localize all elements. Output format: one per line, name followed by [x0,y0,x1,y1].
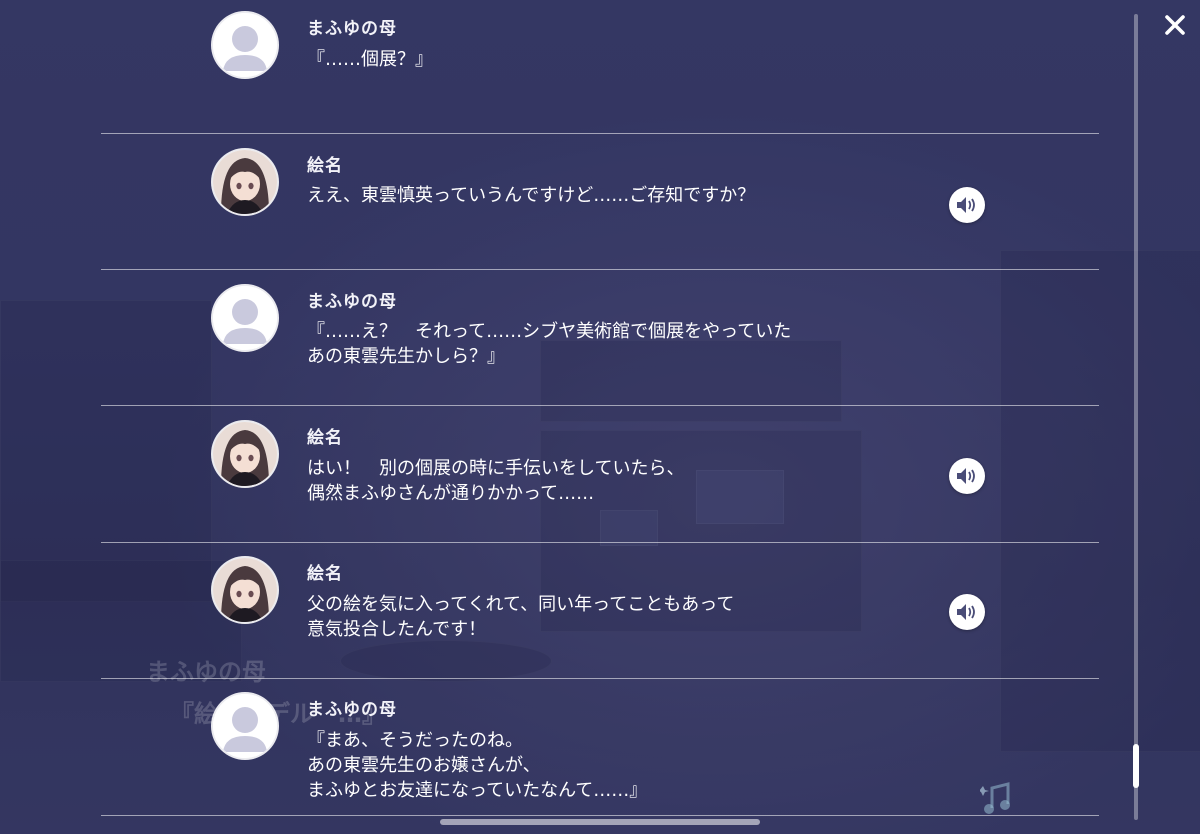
entry-divider [101,542,1099,543]
dialogue-line: ええ、東雲慎英っていうんですけど……ご存知ですか？ [307,185,756,206]
speaker-icon [957,197,975,213]
voice-replay-button[interactable] [949,458,985,494]
dialogue-line: 『まあ、そうだったのね。 [307,730,523,751]
speaker-name: 絵名 [307,156,343,176]
speaker-name: まふゆの母 [307,292,397,312]
dialogue-line: まふゆとお友達になっていたなんて……』 [307,780,648,801]
dialogue-line: 『……個展？』 [307,49,433,70]
backlog-list[interactable]: まふゆの母 『……個展？』 絵名 ええ、東雲慎英っていうんですけど……ご存知です… [101,0,1099,834]
music-note-icon [979,782,1012,820]
log-entry: 絵名 ええ、東雲慎英っていうんですけど……ご存知ですか？ [101,136,1099,272]
dialogue-line: あの東雲先生かしら？』 [307,346,505,367]
entry-divider [101,405,1099,406]
log-entry: まふゆの母 『……え？ それって……シブヤ美術館で個展をやっていた あの東雲先生… [101,272,1099,408]
speaker-icon [957,468,975,484]
bottom-handle-bar[interactable] [440,819,760,825]
placeholder-avatar [213,13,277,77]
dialogue-line: 意気投合したんです！ [307,619,487,640]
voice-replay-button[interactable] [949,594,985,630]
log-entry: まふゆの母 『……個展？』 [101,0,1099,136]
speaker-icon [957,604,975,620]
entry-divider [101,133,1099,134]
entry-divider [101,678,1099,679]
character-avatar-ena [213,558,277,622]
dialogue-line: 父の絵を気に入ってくれて、同い年ってこともあって [307,594,735,615]
dialogue-line: 『……え？ それって……シブヤ美術館で個展をやっていた [307,321,792,342]
log-entry: 絵名 父の絵を気に入ってくれて、同い年ってこともあって 意気投合したんです！ [101,545,1099,681]
dialogue-line: 偶然まふゆさんが通りかかって…… [307,483,595,504]
speaker-name: 絵名 [307,428,343,448]
scrollbar-track[interactable] [1134,14,1138,820]
log-entry: まふゆの母 『まあ、そうだったのね。 あの東雲先生のお嬢さんが、 まふゆとお友達… [101,681,1099,817]
close-button[interactable] [1160,10,1190,40]
scrollbar-thumb[interactable] [1133,744,1139,788]
speaker-name: 絵名 [307,564,343,584]
entry-divider [101,269,1099,270]
log-entry: 絵名 はい！ 別の個展の時に手伝いをしていたら、 偶然まふゆさんが通りかかって…… [101,408,1099,544]
dialogue-line: あの東雲先生のお嬢さんが、 [307,755,541,776]
placeholder-avatar [213,694,277,758]
character-avatar-ena [213,150,277,214]
voice-replay-button[interactable] [949,187,985,223]
speaker-name: まふゆの母 [307,700,397,720]
entry-divider [101,815,1099,816]
placeholder-avatar [213,286,277,350]
dialogue-line: はい！ 別の個展の時に手伝いをしていたら、 [307,458,685,479]
speaker-name: まふゆの母 [307,19,397,39]
close-icon [1165,15,1185,35]
character-avatar-ena [213,422,277,486]
